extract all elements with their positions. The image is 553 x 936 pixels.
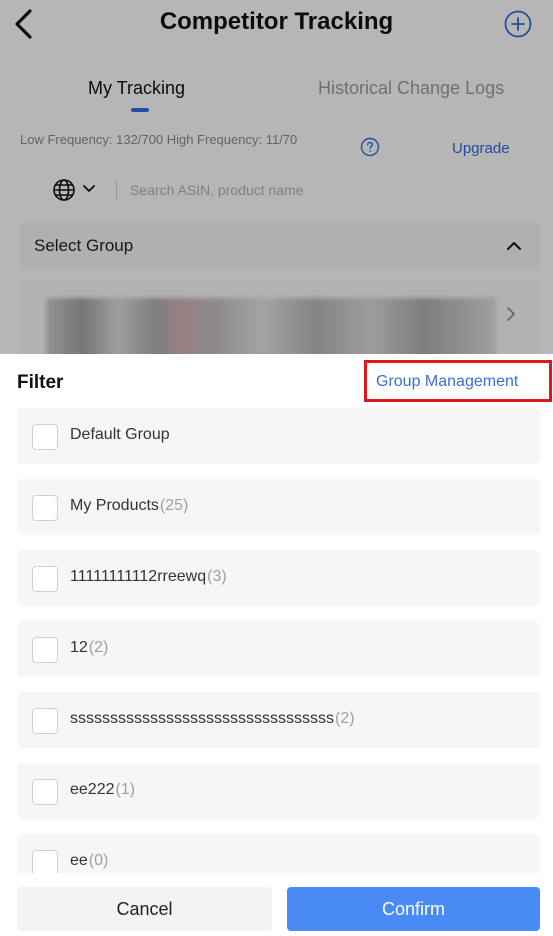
filter-footer: Cancel Confirm — [0, 875, 553, 936]
group-list[interactable]: Default Group My Products(25) 1111111111… — [0, 408, 553, 873]
group-count: (25) — [159, 497, 189, 514]
group-checkbox[interactable] — [32, 708, 58, 734]
group-row[interactable]: ee(0) — [17, 834, 540, 873]
group-count: (2) — [88, 639, 109, 656]
group-checkbox[interactable] — [32, 495, 58, 521]
group-name: sssssssssssssssssssssssssssssssss(2) — [70, 710, 355, 727]
filter-sheet: Filter Group Management Default Group My… — [0, 354, 553, 936]
group-count: (0) — [88, 852, 109, 869]
group-checkbox[interactable] — [32, 566, 58, 592]
group-management-button[interactable]: Group Management — [364, 360, 552, 402]
group-name: Default Group — [70, 426, 170, 443]
group-row[interactable]: ee222(1) — [17, 763, 540, 819]
group-management-label: Group Management — [376, 373, 519, 390]
group-count: (1) — [115, 781, 136, 798]
group-row[interactable]: My Products(25) — [17, 479, 540, 535]
cancel-button[interactable]: Cancel — [17, 887, 272, 931]
group-name: 12(2) — [70, 639, 109, 656]
group-name: ee222(1) — [70, 781, 136, 798]
group-checkbox[interactable] — [32, 850, 58, 873]
group-name: 11111111112rreewq(3) — [70, 568, 227, 585]
group-row[interactable]: Default Group — [17, 408, 540, 464]
modal-backdrop[interactable] — [0, 0, 553, 360]
group-row[interactable]: 12(2) — [17, 621, 540, 677]
confirm-button[interactable]: Confirm — [287, 887, 540, 931]
group-row[interactable]: sssssssssssssssssssssssssssssssss(2) — [17, 692, 540, 748]
group-name: My Products(25) — [70, 497, 189, 514]
group-checkbox[interactable] — [32, 779, 58, 805]
group-checkbox[interactable] — [32, 424, 58, 450]
group-checkbox[interactable] — [32, 637, 58, 663]
filter-title: Filter — [17, 372, 64, 393]
group-row[interactable]: 11111111112rreewq(3) — [17, 550, 540, 606]
group-count: (2) — [335, 710, 355, 727]
group-name: ee(0) — [70, 852, 109, 869]
group-count: (3) — [207, 568, 227, 585]
